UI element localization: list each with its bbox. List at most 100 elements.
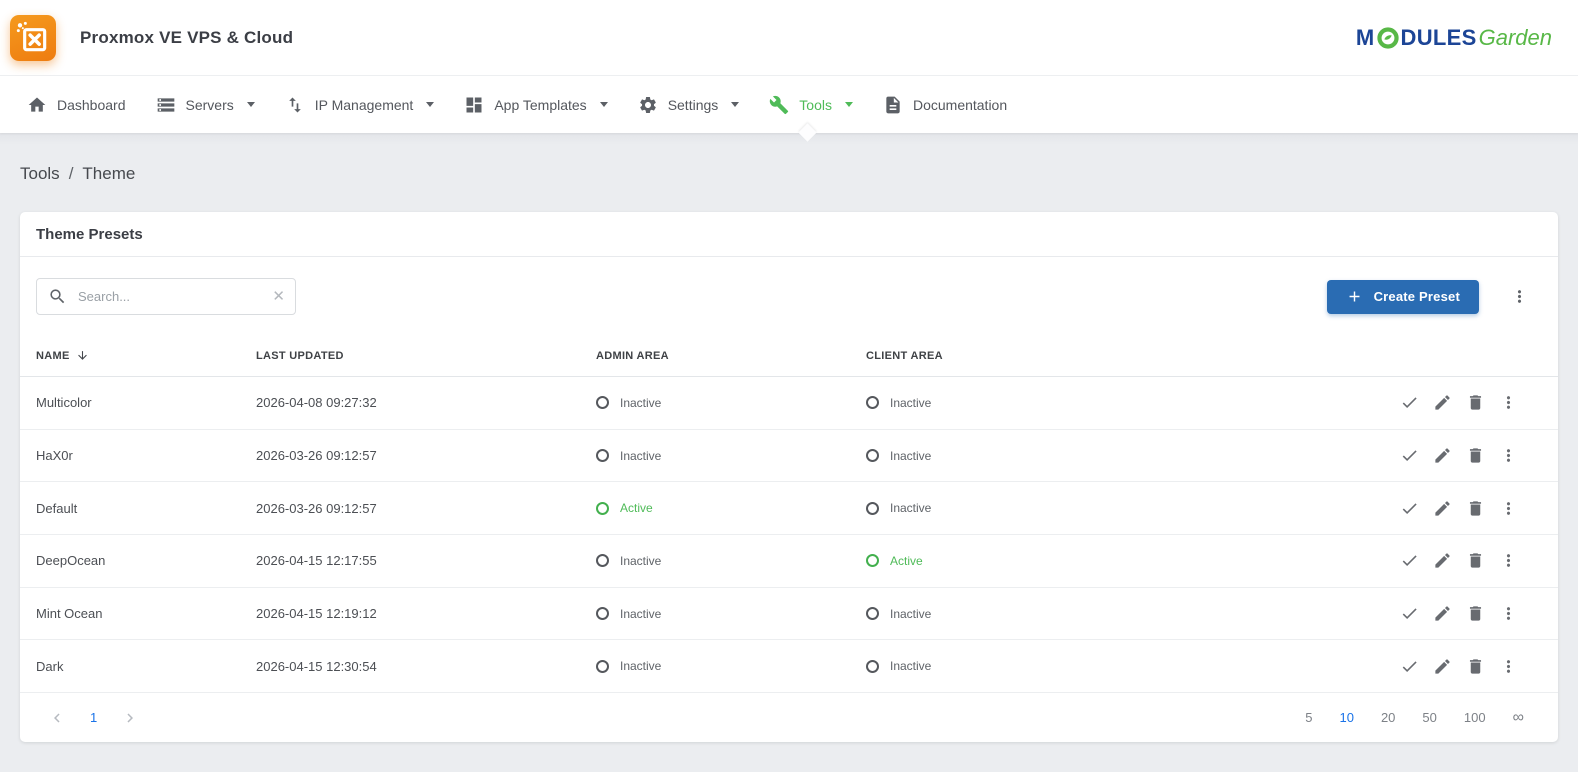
status-ring-icon: [866, 659, 879, 673]
delete-button[interactable]: [1466, 393, 1485, 412]
nav-item-documentation[interactable]: Documentation: [868, 76, 1022, 133]
edit-button[interactable]: [1433, 393, 1452, 412]
edit-button[interactable]: [1433, 499, 1452, 518]
chevron-right-icon: [127, 713, 134, 723]
page-number[interactable]: 1: [90, 710, 97, 725]
nav-item-ip-management[interactable]: IP Management: [270, 76, 450, 133]
status-ring-icon: [596, 554, 609, 568]
breadcrumb-tools[interactable]: Tools: [20, 164, 60, 184]
preset-name: Default: [36, 500, 78, 516]
chevron-left-icon: [54, 713, 60, 723]
status-ring-icon: [866, 396, 879, 410]
row-menu-button[interactable]: [1499, 551, 1518, 570]
chevron-down-icon: [246, 102, 255, 107]
column-label: NAME: [36, 349, 70, 362]
nav-item-app-templates[interactable]: App Templates: [449, 76, 622, 133]
preset-last-updated: 2026-04-15 12:17:55: [256, 553, 377, 569]
delete-button[interactable]: [1466, 657, 1485, 676]
row-actions: [1382, 446, 1542, 465]
app-logo-icon: [10, 14, 56, 61]
activate-check-button[interactable]: [1400, 446, 1419, 465]
chevron-down-icon: [844, 102, 853, 107]
edit-button[interactable]: [1433, 446, 1452, 465]
kebab-icon: [1517, 290, 1522, 303]
client-area-status: Inactive: [866, 607, 1382, 621]
modulesgarden-logo: M DULES Garden: [1356, 25, 1552, 51]
column-header-last-updated[interactable]: LAST UPDATED: [256, 350, 596, 362]
table-menu-button[interactable]: [1510, 287, 1529, 306]
row-menu-button[interactable]: [1499, 499, 1518, 518]
status-ring-icon: [866, 554, 879, 568]
activate-check-button[interactable]: [1400, 393, 1419, 412]
row-menu-button[interactable]: [1499, 446, 1518, 465]
create-preset-button[interactable]: Create Preset: [1326, 279, 1479, 314]
page-size-option-active[interactable]: 10: [1339, 710, 1353, 725]
table-header: NAME LAST UPDATED ADMIN AREA CLIENT AREA: [20, 335, 1558, 377]
activate-check-button[interactable]: [1400, 499, 1419, 518]
create-preset-label: Create Preset: [1373, 289, 1460, 304]
globe-icon: [1376, 26, 1399, 49]
edit-button[interactable]: [1433, 551, 1452, 570]
edit-button[interactable]: [1433, 657, 1452, 676]
status-ring-icon: [596, 396, 609, 410]
activate-check-button[interactable]: [1400, 604, 1419, 623]
nav-item-servers[interactable]: Servers: [141, 76, 270, 133]
content-area: Tools / Theme Theme Presets ✕ Create Pre…: [0, 133, 1578, 772]
page-size-option-unlimited[interactable]: ∞: [1513, 709, 1524, 727]
nav-item-label: Tools: [799, 96, 832, 113]
column-header-admin-area[interactable]: ADMIN AREA: [596, 350, 866, 362]
column-label: ADMIN AREA: [596, 349, 669, 362]
delete-button[interactable]: [1466, 499, 1485, 518]
column-header-name[interactable]: NAME: [36, 349, 256, 362]
status-label: Inactive: [890, 606, 932, 621]
status-label: Inactive: [890, 448, 932, 463]
table-row: HaX0r 2026-03-26 09:12:57 Inactive Inact…: [20, 430, 1558, 483]
toolbar-actions: Create Preset: [1326, 279, 1542, 314]
prev-page-button[interactable]: [48, 709, 66, 727]
search-box: ✕: [36, 278, 296, 315]
next-page-button[interactable]: [121, 709, 139, 727]
sort-desc-icon: [77, 351, 87, 360]
edit-button[interactable]: [1433, 604, 1452, 623]
status-label: Inactive: [890, 501, 932, 516]
document-icon: [886, 96, 900, 113]
delete-button[interactable]: [1466, 446, 1485, 465]
delete-button[interactable]: [1466, 551, 1485, 570]
admin-area-status: Inactive: [596, 659, 866, 673]
search-input[interactable]: [37, 279, 295, 314]
activate-check-button[interactable]: [1400, 551, 1419, 570]
nav-item-dashboard[interactable]: Dashboard: [12, 76, 141, 133]
page-title: Proxmox VE VPS & Cloud: [80, 27, 294, 47]
page-size-option[interactable]: 20: [1381, 710, 1395, 725]
brand-text-garden: Garden: [1478, 24, 1552, 50]
row-menu-button[interactable]: [1499, 657, 1518, 676]
column-header-client-area[interactable]: CLIENT AREA: [866, 350, 1382, 362]
client-area-status: Inactive: [866, 501, 1382, 515]
row-actions: [1382, 657, 1542, 676]
admin-area-status: Inactive: [596, 554, 866, 568]
nav-item-settings[interactable]: Settings: [623, 76, 755, 133]
row-menu-button[interactable]: [1499, 393, 1518, 412]
delete-button[interactable]: [1466, 604, 1485, 623]
table-row: Multicolor 2026-04-08 09:27:32 Inactive …: [20, 377, 1558, 430]
page-size-option[interactable]: 50: [1422, 710, 1436, 725]
wrench-icon: [770, 95, 789, 114]
clear-search-icon[interactable]: ✕: [272, 287, 285, 306]
column-label: LAST UPDATED: [256, 349, 344, 362]
client-area-status: Inactive: [866, 449, 1382, 463]
nav-item-label: App Templates: [494, 96, 587, 113]
row-actions: [1382, 604, 1542, 623]
preset-name: HaX0r: [36, 448, 73, 464]
table-row: Dark 2026-04-15 12:30:54 Inactive Inacti…: [20, 640, 1558, 694]
nav-item-tools[interactable]: Tools: [754, 76, 868, 133]
panel-title: Theme Presets: [20, 212, 1558, 257]
activate-check-button[interactable]: [1400, 657, 1419, 676]
page-size-option[interactable]: 100: [1464, 710, 1486, 725]
page-size-option[interactable]: 5: [1305, 710, 1312, 725]
status-label: Inactive: [620, 395, 662, 410]
preset-name: Dark: [36, 658, 64, 674]
breadcrumb-separator: /: [68, 164, 74, 183]
preset-last-updated: 2026-04-15 12:30:54: [256, 658, 377, 674]
app-grid-icon: [466, 97, 482, 112]
row-menu-button[interactable]: [1499, 604, 1518, 623]
